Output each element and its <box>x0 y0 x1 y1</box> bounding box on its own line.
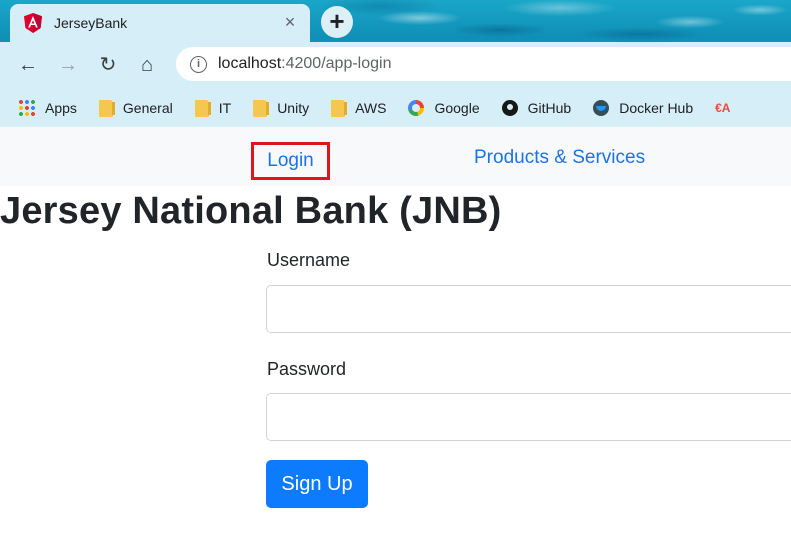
bookmarks-bar: Apps General IT Unity AWS Google GitHub <box>0 89 791 127</box>
apps-icon <box>19 100 35 116</box>
bookmark-label: Apps <box>45 100 77 116</box>
bookmark-overflow-icon: €A <box>715 101 731 115</box>
sign-up-button[interactable]: Sign Up <box>266 460 368 508</box>
bookmark-label: Unity <box>277 100 310 116</box>
username-input[interactable] <box>266 285 791 333</box>
folder-icon <box>98 99 115 117</box>
bookmark-label: Docker Hub <box>619 100 694 116</box>
bookmark-apps[interactable]: Apps <box>19 100 77 116</box>
bookmark-general[interactable]: General <box>98 99 173 117</box>
address-bar[interactable]: i localhost :4200/app-login <box>176 47 791 81</box>
folder-icon <box>194 99 211 117</box>
bookmark-aws[interactable]: AWS <box>331 99 387 117</box>
folder-icon <box>253 99 270 117</box>
docker-icon <box>593 100 610 116</box>
reload-icon[interactable]: ↻ <box>95 52 121 78</box>
browser-chrome: JerseyBank × + ← → ↻ ⌂ i localhost :4200… <box>0 0 791 127</box>
back-arrow-icon[interactable]: ← <box>15 52 41 78</box>
browser-toolbar: ← → ↻ ⌂ i localhost :4200/app-login <box>0 42 791 89</box>
bookmark-google[interactable]: Google <box>408 100 480 116</box>
bookmark-label: General <box>122 100 173 116</box>
bookmark-label: AWS <box>355 100 387 116</box>
close-icon[interactable]: × <box>282 13 298 31</box>
github-icon <box>501 100 518 116</box>
url-host: localhost <box>218 55 282 72</box>
bookmark-overflow[interactable]: €A <box>715 100 741 116</box>
url-path: :4200/app-login <box>281 55 392 72</box>
angular-icon <box>24 13 42 33</box>
bookmark-docker-hub[interactable]: Docker Hub <box>593 100 693 116</box>
new-tab-button[interactable]: + <box>321 6 353 38</box>
bookmark-it[interactable]: IT <box>194 99 232 117</box>
page-title: Jersey National Bank (JNB) <box>0 190 502 232</box>
page-content: Login Products & Services Jersey Nationa… <box>0 127 791 541</box>
folder-icon <box>331 99 348 117</box>
bookmark-unity[interactable]: Unity <box>253 99 310 117</box>
tab-title: JerseyBank <box>54 15 128 31</box>
bookmark-label: GitHub <box>527 100 572 116</box>
bookmark-github[interactable]: GitHub <box>501 100 572 116</box>
username-label: Username <box>267 250 351 270</box>
info-icon[interactable]: i <box>190 55 207 73</box>
bookmark-label: Google <box>434 100 480 116</box>
app-navbar: Login Products & Services <box>0 127 791 186</box>
nav-link-login[interactable]: Login <box>251 142 330 180</box>
bookmark-label: IT <box>218 100 232 116</box>
google-icon <box>408 100 425 116</box>
home-icon[interactable]: ⌂ <box>134 52 160 78</box>
password-input[interactable] <box>266 393 791 441</box>
nav-link-products-services[interactable]: Products & Services <box>474 147 645 169</box>
forward-arrow-icon[interactable]: → <box>55 52 81 78</box>
password-label: Password <box>267 359 347 379</box>
browser-tab[interactable]: JerseyBank × <box>10 4 310 42</box>
